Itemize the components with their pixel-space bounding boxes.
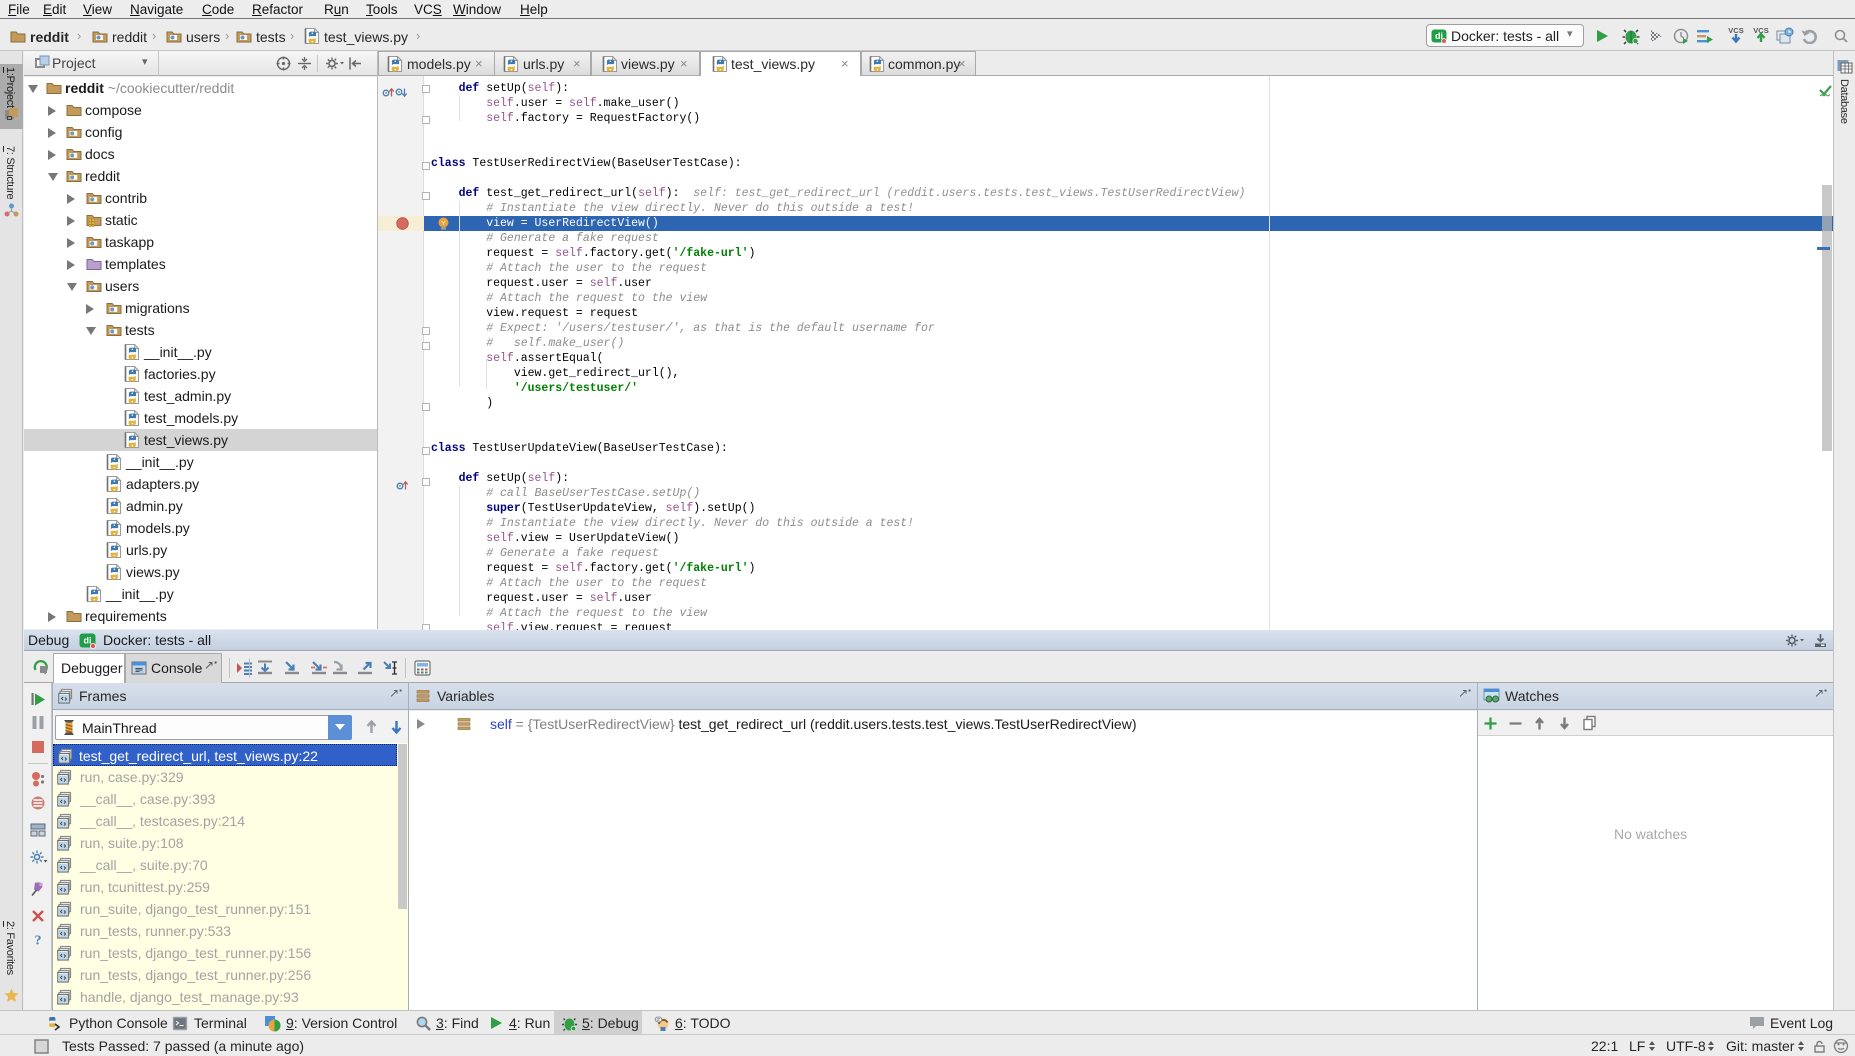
svg-text:VCS: VCS [1728,26,1743,35]
svg-text:di: di [84,636,92,646]
svg-text:?: ? [35,934,42,948]
